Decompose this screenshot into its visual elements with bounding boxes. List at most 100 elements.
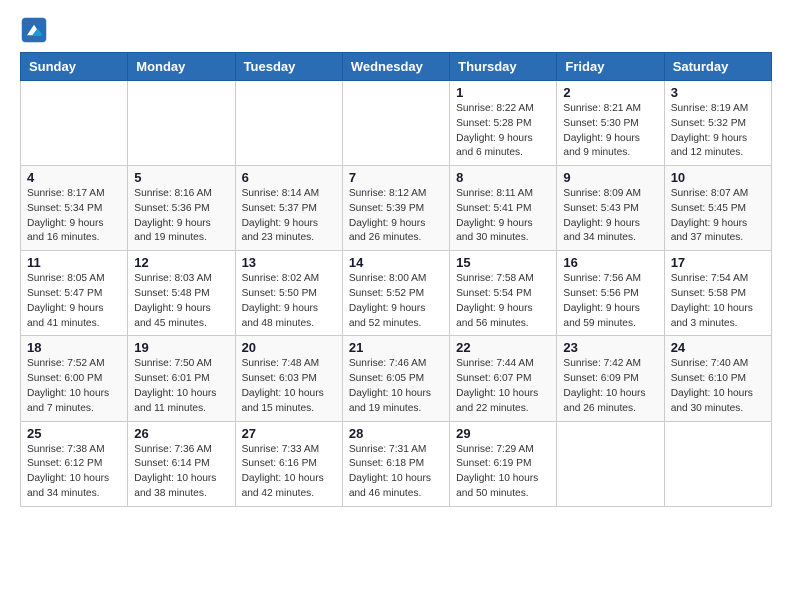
day-info: Sunrise: 7:56 AMSunset: 5:56 PMDaylight:… [563, 272, 657, 331]
day-number: 25 [27, 426, 121, 441]
days-header-row: SundayMondayTuesdayWednesdayThursdayFrid… [21, 53, 772, 81]
day-number: 7 [349, 170, 443, 185]
calendar-cell [235, 81, 342, 166]
day-info: Sunrise: 7:48 AMSunset: 6:03 PMDaylight:… [242, 357, 336, 416]
calendar-cell: 9 Sunrise: 8:09 AMSunset: 5:43 PMDaylight… [557, 166, 664, 251]
calendar-cell: 18Sunrise: 7:52 AMSunset: 6:00 PMDayligh… [21, 336, 128, 421]
calendar-cell: 25 Sunrise: 7:38 AMSunset: 6:12 PMDayligh… [21, 421, 128, 506]
day-info: Sunrise: 7:54 AMSunset: 5:58 PMDaylight:… [671, 272, 765, 331]
day-info: Sunrise: 7:58 AMSunset: 5:54 PMDaylight:… [456, 272, 550, 331]
day-number: 1 [456, 85, 550, 100]
header-thursday: Thursday [450, 53, 557, 81]
logo [20, 16, 52, 44]
day-number: 28 [349, 426, 443, 441]
calendar-cell: 12 Sunrise: 8:03 AMSunset: 5:48 PMDayligh… [128, 251, 235, 336]
calendar-cell: 11 Sunrise: 8:05 AMSunset: 5:47 PMDayligh… [21, 251, 128, 336]
day-info: Sunrise: 7:44 AMSunset: 6:07 PMDaylight:… [456, 357, 550, 416]
day-number: 5 [134, 170, 228, 185]
calendar-cell: 7 Sunrise: 8:12 AMSunset: 5:39 PMDaylight… [342, 166, 449, 251]
day-info: Sunrise: 8:17 AMSunset: 5:34 PMDaylight:… [27, 187, 121, 246]
calendar-cell: 29 Sunrise: 7:29 AMSunset: 6:19 PMDayligh… [450, 421, 557, 506]
calendar-header: SundayMondayTuesdayWednesdayThursdayFrid… [21, 53, 772, 81]
header-saturday: Saturday [664, 53, 771, 81]
day-info: Sunrise: 8:22 AMSunset: 5:28 PMDaylight:… [456, 102, 550, 161]
day-number: 17 [671, 255, 765, 270]
day-info: Sunrise: 8:21 AMSunset: 5:30 PMDaylight:… [563, 102, 657, 161]
calendar-cell: 3 Sunrise: 8:19 AMSunset: 5:32 PMDaylight… [664, 81, 771, 166]
day-number: 23 [563, 340, 657, 355]
calendar-cell: 16 Sunrise: 7:56 AMSunset: 5:56 PMDayligh… [557, 251, 664, 336]
day-number: 12 [134, 255, 228, 270]
calendar-cell: 17 Sunrise: 7:54 AMSunset: 5:58 PMDayligh… [664, 251, 771, 336]
day-number: 8 [456, 170, 550, 185]
calendar-cell: 22 Sunrise: 7:44 AMSunset: 6:07 PMDayligh… [450, 336, 557, 421]
day-info: Sunrise: 8:16 AMSunset: 5:36 PMDaylight:… [134, 187, 228, 246]
day-info: Sunrise: 7:29 AMSunset: 6:19 PMDaylight:… [456, 443, 550, 502]
calendar-cell: 14 Sunrise: 8:00 AMSunset: 5:52 PMDayligh… [342, 251, 449, 336]
day-info: Sunrise: 8:00 AMSunset: 5:52 PMDaylight:… [349, 272, 443, 331]
logo-icon [20, 16, 48, 44]
calendar-cell: 24 Sunrise: 7:40 AMSunset: 6:10 PMDayligh… [664, 336, 771, 421]
day-number: 9 [563, 170, 657, 185]
calendar-table: SundayMondayTuesdayWednesdayThursdayFrid… [20, 52, 772, 507]
day-info: Sunrise: 8:12 AMSunset: 5:39 PMDaylight:… [349, 187, 443, 246]
week-row-3: 11 Sunrise: 8:05 AMSunset: 5:47 PMDayligh… [21, 251, 772, 336]
calendar-cell: 20 Sunrise: 7:48 AMSunset: 6:03 PMDayligh… [235, 336, 342, 421]
header-friday: Friday [557, 53, 664, 81]
day-number: 26 [134, 426, 228, 441]
day-info: Sunrise: 8:09 AMSunset: 5:43 PMDaylight:… [563, 187, 657, 246]
day-number: 11 [27, 255, 121, 270]
calendar-cell: 26 Sunrise: 7:36 AMSunset: 6:14 PMDayligh… [128, 421, 235, 506]
day-number: 6 [242, 170, 336, 185]
day-number: 2 [563, 85, 657, 100]
calendar-cell: 5 Sunrise: 8:16 AMSunset: 5:36 PMDaylight… [128, 166, 235, 251]
calendar-cell [664, 421, 771, 506]
calendar-cell: 6 Sunrise: 8:14 AMSunset: 5:37 PMDaylight… [235, 166, 342, 251]
page-header [20, 16, 772, 44]
day-number: 29 [456, 426, 550, 441]
day-number: 21 [349, 340, 443, 355]
calendar-cell: 19Sunrise: 7:50 AMSunset: 6:01 PMDayligh… [128, 336, 235, 421]
day-info: Sunrise: 8:07 AMSunset: 5:45 PMDaylight:… [671, 187, 765, 246]
day-info: Sunrise: 7:40 AMSunset: 6:10 PMDaylight:… [671, 357, 765, 416]
day-info: Sunrise: 8:19 AMSunset: 5:32 PMDaylight:… [671, 102, 765, 161]
calendar-cell: 28 Sunrise: 7:31 AMSunset: 6:18 PMDayligh… [342, 421, 449, 506]
calendar-cell [557, 421, 664, 506]
day-number: 15 [456, 255, 550, 270]
calendar-cell [342, 81, 449, 166]
calendar-cell: 13 Sunrise: 8:02 AMSunset: 5:50 PMDayligh… [235, 251, 342, 336]
day-number: 20 [242, 340, 336, 355]
day-info: Sunrise: 7:38 AMSunset: 6:12 PMDaylight:… [27, 443, 121, 502]
day-number: 3 [671, 85, 765, 100]
day-info: Sunrise: 7:42 AMSunset: 6:09 PMDaylight:… [563, 357, 657, 416]
calendar-cell: 27Sunrise: 7:33 AMSunset: 6:16 PMDayligh… [235, 421, 342, 506]
day-info: Sunrise: 7:52 AMSunset: 6:00 PMDaylight:… [27, 357, 121, 416]
calendar-cell: 23 Sunrise: 7:42 AMSunset: 6:09 PMDayligh… [557, 336, 664, 421]
day-number: 24 [671, 340, 765, 355]
day-info: Sunrise: 8:14 AMSunset: 5:37 PMDaylight:… [242, 187, 336, 246]
week-row-5: 25 Sunrise: 7:38 AMSunset: 6:12 PMDayligh… [21, 421, 772, 506]
header-tuesday: Tuesday [235, 53, 342, 81]
header-wednesday: Wednesday [342, 53, 449, 81]
calendar-body: 1 Sunrise: 8:22 AMSunset: 5:28 PMDaylight… [21, 81, 772, 507]
day-number: 16 [563, 255, 657, 270]
week-row-2: 4 Sunrise: 8:17 AMSunset: 5:34 PMDaylight… [21, 166, 772, 251]
day-info: Sunrise: 7:33 AMSunset: 6:16 PMDaylight:… [242, 443, 336, 502]
day-info: Sunrise: 7:31 AMSunset: 6:18 PMDaylight:… [349, 443, 443, 502]
calendar-cell: 4 Sunrise: 8:17 AMSunset: 5:34 PMDaylight… [21, 166, 128, 251]
day-number: 13 [242, 255, 336, 270]
day-info: Sunrise: 8:02 AMSunset: 5:50 PMDaylight:… [242, 272, 336, 331]
day-number: 10 [671, 170, 765, 185]
day-info: Sunrise: 8:03 AMSunset: 5:48 PMDaylight:… [134, 272, 228, 331]
day-number: 22 [456, 340, 550, 355]
day-number: 4 [27, 170, 121, 185]
day-number: 14 [349, 255, 443, 270]
day-info: Sunrise: 8:05 AMSunset: 5:47 PMDaylight:… [27, 272, 121, 331]
week-row-1: 1 Sunrise: 8:22 AMSunset: 5:28 PMDaylight… [21, 81, 772, 166]
day-number: 19 [134, 340, 228, 355]
day-info: Sunrise: 7:46 AMSunset: 6:05 PMDaylight:… [349, 357, 443, 416]
day-info: Sunrise: 8:11 AMSunset: 5:41 PMDaylight:… [456, 187, 550, 246]
week-row-4: 18Sunrise: 7:52 AMSunset: 6:00 PMDayligh… [21, 336, 772, 421]
day-info: Sunrise: 7:36 AMSunset: 6:14 PMDaylight:… [134, 443, 228, 502]
calendar-cell: 8 Sunrise: 8:11 AMSunset: 5:41 PMDaylight… [450, 166, 557, 251]
